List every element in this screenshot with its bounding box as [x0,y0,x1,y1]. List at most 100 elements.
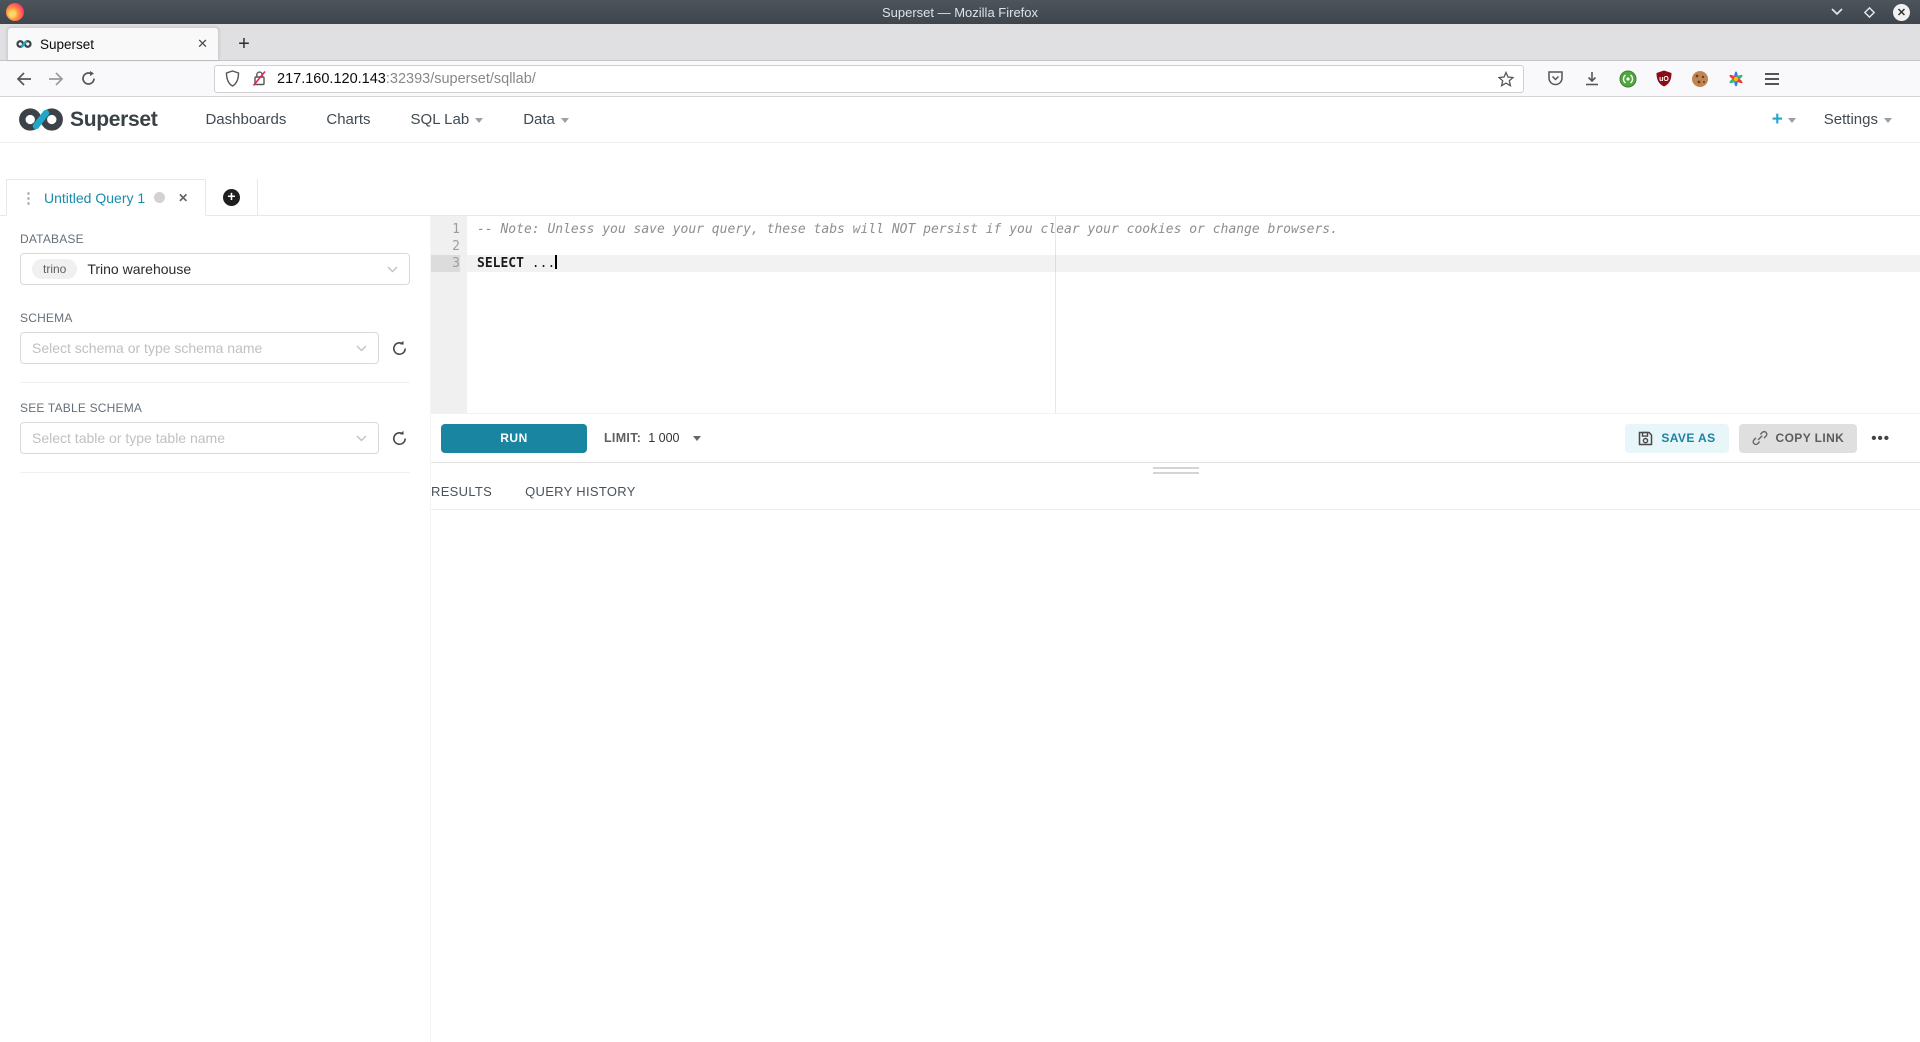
forward-icon[interactable] [42,65,70,93]
svg-text:uO: uO [1659,76,1669,83]
database-label: DATABASE [20,232,410,246]
cookie-icon[interactable] [1690,69,1709,88]
chevron-down-icon [561,118,569,123]
results-pane: RESULTS QUERY HISTORY [431,463,1920,1042]
window-titlebar: Superset — Mozilla Firefox ✕ [0,0,1920,24]
new-item-button[interactable]: + [1772,109,1796,131]
chevron-down-icon [1788,118,1796,123]
superset-infinity-icon [18,106,64,133]
download-icon[interactable] [1582,69,1601,88]
url-bar[interactable]: 217.160.120.143:32393/superset/sqllab/ [214,65,1524,93]
query-state-dot [154,192,165,203]
sql-toolbar: RUN LIMIT: 1 000 SAVE AS COPY LINK [431,413,1920,463]
chevron-down-icon [693,436,701,441]
browser-tab-title: Superset [40,37,187,52]
window-title: Superset — Mozilla Firefox [0,5,1920,20]
extension-colorful-icon[interactable] [1726,69,1745,88]
save-icon [1638,431,1653,446]
refresh-schemas-icon[interactable] [388,337,410,359]
sql-text: ... [524,256,555,271]
database-select-value: Trino warehouse [87,261,377,277]
nav-sql-lab[interactable]: SQL Lab [391,111,504,128]
copy-link-label: COPY LINK [1776,431,1845,445]
url-host: 217.160.120.143 [277,71,386,87]
table-select-placeholder: Select table or type table name [32,430,346,446]
tab-query-history[interactable]: QUERY HISTORY [525,484,636,499]
nav-data[interactable]: Data [503,111,589,128]
limit-label: LIMIT: [604,431,641,445]
chevron-down-icon [356,345,367,352]
add-tab-icon: + [223,189,240,206]
database-backend-badge: trino [32,259,77,279]
brand-name: Superset [70,108,157,132]
url-path: :32393/superset/sqllab/ [386,71,536,87]
copy-link-button[interactable]: COPY LINK [1739,424,1858,453]
close-button[interactable]: ✕ [1893,4,1910,21]
ublock-shield-icon[interactable]: uO [1654,69,1673,88]
sql-active-line: SELECT ... [467,255,1920,272]
sql-comment-line: -- Note: Unless you save your query, the… [477,222,1338,237]
pane-resize-handle-icon[interactable] [1153,467,1199,477]
favicon-superset-icon [16,39,32,49]
schema-select-placeholder: Select schema or type schema name [32,340,346,356]
more-menu-icon[interactable]: ••• [1867,430,1894,447]
schema-select[interactable]: Select schema or type schema name [20,332,379,364]
editor-code-area[interactable]: -- Note: Unless you save your query, the… [467,216,1920,413]
extension-green-icon[interactable] [1618,69,1637,88]
drag-handle-icon[interactable]: ⋮ [21,189,35,207]
insecure-lock-icon[interactable] [250,69,269,88]
new-tab-button[interactable]: + [229,29,259,59]
sidebar-divider [20,382,410,383]
line-number: 2 [452,239,460,254]
nav-charts[interactable]: Charts [306,111,390,128]
query-tab-active[interactable]: ⋮ Untitled Query 1 ✕ [6,179,206,216]
limit-dropdown[interactable]: LIMIT: 1 000 [604,431,701,445]
nav-charts-label: Charts [326,111,370,128]
add-query-tab[interactable]: + [206,179,258,216]
sql-keyword: SELECT [477,256,524,271]
line-number: 1 [452,222,460,237]
chevron-down-icon [356,435,367,442]
nav-dashboards[interactable]: Dashboards [185,111,306,128]
query-tab-close-icon[interactable]: ✕ [174,191,188,205]
sql-editor[interactable]: 1 2 3 -- Note: Unless you save your quer… [431,216,1920,413]
table-schema-label: SEE TABLE SCHEMA [20,401,410,415]
link-icon [1752,430,1768,446]
chevron-down-icon [475,118,483,123]
browser-tab[interactable]: Superset ✕ [7,27,219,60]
table-select[interactable]: Select table or type table name [20,422,379,454]
chevron-down-icon [387,266,398,273]
save-as-label: SAVE AS [1661,431,1715,445]
hamburger-menu-icon[interactable] [1762,69,1781,88]
nav-dashboards-label: Dashboards [205,111,286,128]
save-as-button[interactable]: SAVE AS [1625,424,1728,453]
tab-close-icon[interactable]: ✕ [195,36,210,52]
database-select[interactable]: trino Trino warehouse [20,253,410,285]
bookmark-star-icon[interactable] [1496,69,1515,88]
text-cursor [555,255,557,269]
sqllab-sidebar: DATABASE trino Trino warehouse SCHEMA Se… [0,216,430,1042]
pocket-icon[interactable] [1546,69,1565,88]
superset-logo[interactable]: Superset [18,106,157,133]
nav-sql-lab-label: SQL Lab [411,111,470,128]
chevron-down-icon [1884,118,1892,123]
tab-results[interactable]: RESULTS [431,484,492,499]
run-button[interactable]: RUN [441,424,587,453]
refresh-tables-icon[interactable] [388,427,410,449]
schema-label: SCHEMA [20,311,410,325]
browser-toolbar: 217.160.120.143:32393/superset/sqllab/ u… [0,61,1920,97]
settings-label: Settings [1824,111,1878,128]
reload-icon[interactable] [74,65,102,93]
superset-navbar: Superset Dashboards Charts SQL Lab Data … [0,97,1920,143]
shield-icon[interactable] [223,69,242,88]
minimize-button[interactable] [1829,4,1845,20]
query-tabbar: ⋮ Untitled Query 1 ✕ + [0,179,1920,216]
editor-gutter: 1 2 3 [431,216,467,413]
query-tab-title: Untitled Query 1 [44,190,145,206]
settings-menu[interactable]: Settings [1824,111,1892,128]
maximize-button[interactable] [1861,4,1877,20]
limit-value: 1 000 [648,431,679,445]
back-icon[interactable] [10,65,38,93]
browser-tabstrip: Superset ✕ + [0,24,1920,61]
url-text: 217.160.120.143:32393/superset/sqllab/ [277,71,1488,87]
